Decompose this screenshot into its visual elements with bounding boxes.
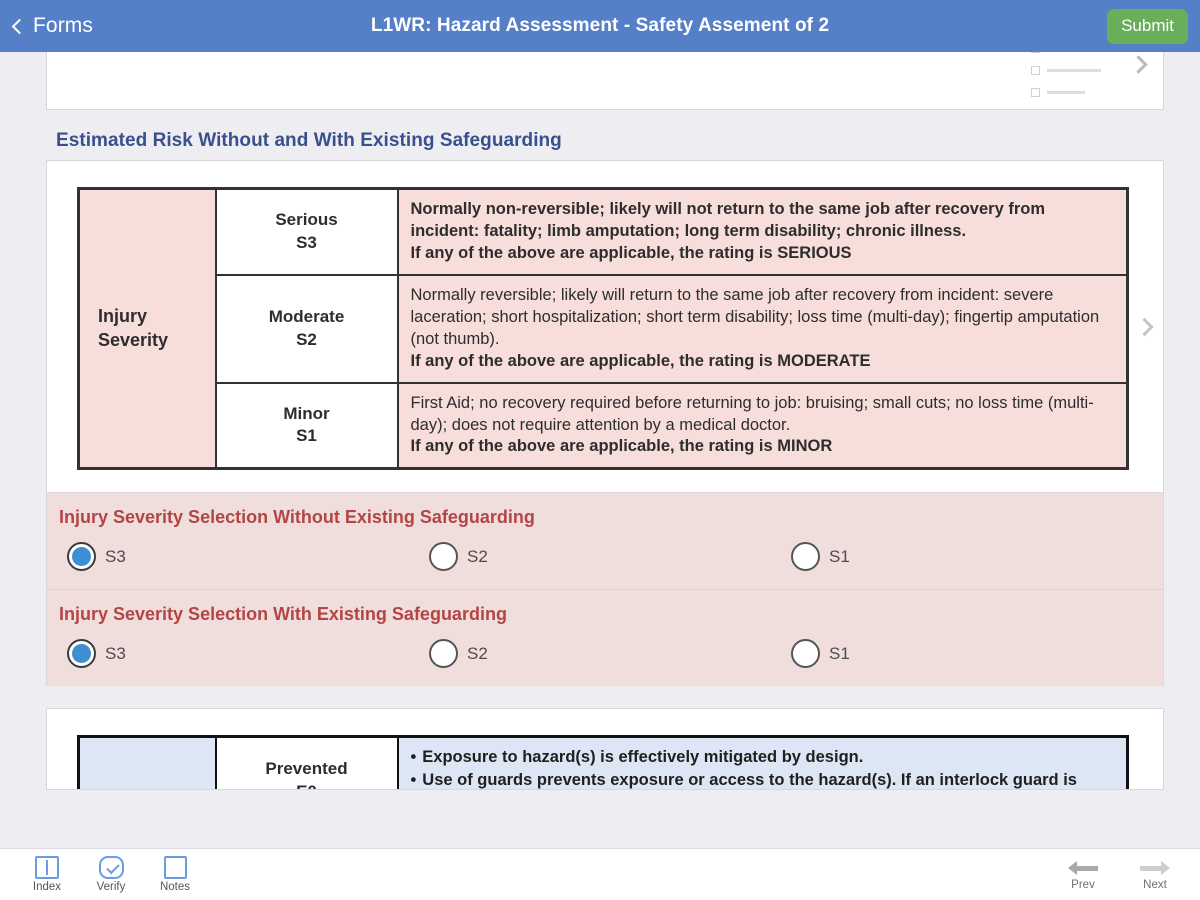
radio-button[interactable] [429, 542, 458, 572]
severity-level-cell: Serious S3 [214, 187, 399, 276]
back-to-forms-button[interactable]: Forms [11, 14, 93, 38]
exposure-description-cell: • Exposure to hazard(s) is effectively m… [396, 735, 1129, 790]
selection-with-label: Injury Severity Selection With Existing … [59, 604, 507, 625]
radio-group-without-safeguarding[interactable]: S3 S2 S1 [47, 542, 1163, 572]
radio-button[interactable] [67, 639, 96, 669]
next-button[interactable]: Next [1132, 859, 1178, 891]
table-row: Moderate S2 Normally reversible; likely … [79, 273, 1129, 384]
radio-button[interactable] [429, 639, 458, 669]
verify-label: Verify [96, 881, 126, 893]
injury-severity-with-safeguarding-block: Injury Severity Selection With Existing … [46, 589, 1164, 687]
severity-level-name: Moderate [268, 306, 345, 326]
bullet-item: • Exposure to hazard(s) is effectively m… [411, 746, 1113, 768]
check-circle-icon [98, 856, 124, 879]
radio-label: S3 [105, 546, 126, 566]
severity-description-cell: Normally non-reversible; likely will not… [396, 187, 1129, 276]
severity-level-cell: Moderate S2 [214, 273, 399, 384]
page-title: L1WR: Hazard Assessment - Safety Assemen… [370, 15, 830, 36]
index-label: Index [32, 881, 62, 893]
severity-level-name: Minor [283, 403, 330, 423]
radio-label: S2 [467, 546, 488, 566]
radio-option-s2-without[interactable]: S2 [429, 542, 791, 572]
notes-label: Notes [159, 881, 191, 893]
radio-option-s3-without[interactable]: S3 [67, 542, 429, 572]
severity-rating-line: If any of the above are applicable, the … [410, 243, 852, 262]
bullet-glyph: • [410, 770, 417, 789]
radio-label: S3 [105, 643, 126, 663]
bottom-toolbar: Index Verify Notes Prev Next [0, 848, 1200, 900]
radio-label: S1 [829, 546, 850, 566]
top-navigation-bar: Forms L1WR: Hazard Assessment - Safety A… [0, 0, 1200, 52]
radio-option-s1-without[interactable]: S1 [791, 542, 850, 572]
injury-severity-reference-card: Injury Severity Serious S3 Normally non-… [46, 160, 1164, 494]
exposure-level-code: E0 [223, 781, 391, 790]
bullet-glyph: • [410, 748, 417, 767]
chevron-right-icon[interactable] [1135, 317, 1154, 336]
verify-button[interactable]: Verify [88, 856, 134, 893]
injury-severity-without-safeguarding-block: Injury Severity Selection Without Existi… [46, 493, 1164, 590]
radio-option-s2-with[interactable]: S2 [429, 639, 791, 669]
exposure-reference-card: Prevented E0 • Exposure to hazard(s) is … [46, 708, 1164, 791]
exposure-category-cell [77, 735, 217, 790]
bullet-text: Exposure to hazard(s) is effectively mit… [422, 748, 864, 767]
checkbox-glyph [1031, 52, 1040, 53]
section-heading: Estimated Risk Without and With Existing… [56, 130, 562, 151]
injury-severity-table: Injury Severity Serious S3 Normally non-… [77, 187, 1129, 471]
severity-rating-line: If any of the above are applicable, the … [410, 351, 871, 370]
bullet-item: • Use of guards prevents exposure or acc… [410, 769, 1113, 790]
severity-description-text: First Aid; no recovery required before r… [410, 393, 1094, 434]
index-button[interactable]: Index [24, 856, 70, 893]
back-button-label: Forms [33, 14, 93, 37]
severity-category-cell: Injury Severity [77, 187, 217, 470]
arrow-right-icon [1140, 859, 1170, 877]
exposure-table: Prevented E0 • Exposure to hazard(s) is … [77, 735, 1129, 790]
category-label-line-1: Injury [98, 305, 148, 326]
severity-level-name: Serious [275, 209, 338, 229]
severity-level-code: S1 [296, 426, 317, 446]
severity-description-text: Normally non-reversible; likely will not… [410, 200, 1046, 240]
severity-description-text: Normally reversible; likely will return … [410, 285, 1100, 348]
exposure-level-cell: Prevented E0 [214, 735, 399, 790]
exposure-level-name: Prevented [265, 758, 348, 778]
radio-label: S2 [467, 643, 488, 663]
radio-button[interactable] [791, 542, 820, 572]
severity-rating-line: If any of the above are applicable, the … [410, 437, 833, 456]
table-row: Minor S1 First Aid; no recovery required… [79, 381, 1129, 470]
radio-button[interactable] [791, 639, 820, 669]
selection-without-label: Injury Severity Selection Without Existi… [59, 507, 535, 528]
book-icon [35, 856, 59, 879]
checkbox-glyph [1031, 66, 1040, 75]
next-label: Next [1143, 878, 1167, 891]
arrow-left-icon [1068, 859, 1098, 877]
chevron-right-icon[interactable] [1129, 55, 1148, 74]
radio-group-with-safeguarding[interactable]: S3 S2 S1 [47, 639, 1163, 669]
radio-option-s3-with[interactable]: S3 [67, 639, 429, 669]
radio-option-s1-with[interactable]: S1 [791, 639, 850, 669]
previous-question-card[interactable] [46, 52, 1164, 110]
category-label-line-2: Severity [98, 329, 169, 350]
checklist-placeholder-icon [1031, 52, 1101, 110]
severity-description-cell: First Aid; no recovery required before r… [396, 381, 1129, 470]
table-row: Injury Severity Serious S3 Normally non-… [77, 187, 1129, 470]
severity-level-cell: Minor S1 [214, 381, 399, 470]
bullet-text: Use of guards prevents exposure or acces… [422, 770, 1077, 789]
prev-label: Prev [1071, 878, 1095, 891]
table-row: Prevented E0 • Exposure to hazard(s) is … [77, 735, 1129, 790]
notepad-icon [163, 856, 187, 879]
radio-label: S1 [829, 643, 850, 663]
submit-button[interactable]: Submit [1107, 9, 1188, 44]
chevron-left-icon [11, 18, 28, 35]
checkbox-glyph [1031, 88, 1040, 97]
radio-button[interactable] [67, 542, 96, 572]
form-scroll-area[interactable]: Estimated Risk Without and With Existing… [0, 52, 1200, 848]
prev-button[interactable]: Prev [1060, 859, 1106, 891]
notes-button[interactable]: Notes [152, 856, 198, 893]
severity-level-code: S3 [296, 232, 317, 252]
severity-level-code: S2 [296, 329, 317, 349]
severity-description-cell: Normally reversible; likely will return … [396, 273, 1129, 384]
